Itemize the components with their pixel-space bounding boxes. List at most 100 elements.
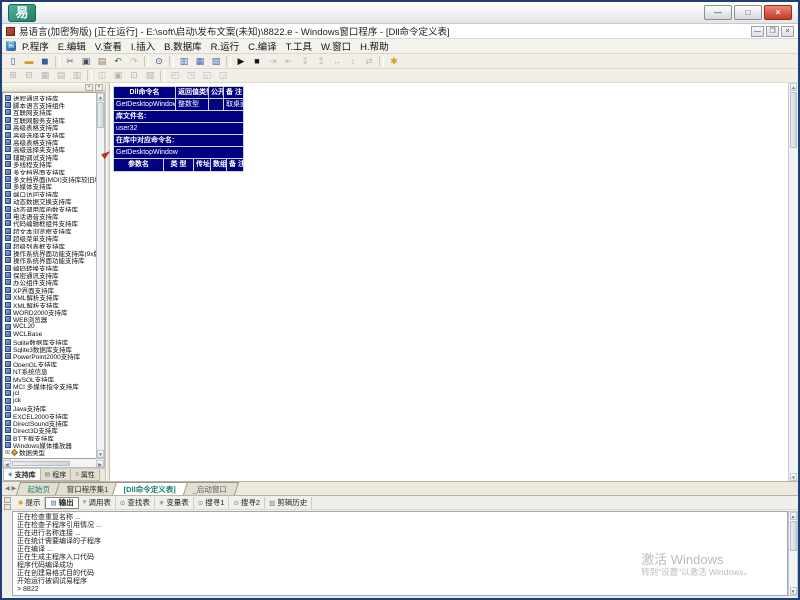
output-tab[interactable]: 查找表 <box>116 497 155 509</box>
undo-icon[interactable] <box>111 55 126 68</box>
scroll-down-icon[interactable]: ▼ <box>790 473 797 481</box>
header-cell[interactable]: 备 注 <box>224 87 243 98</box>
step-over-icon[interactable] <box>282 55 297 68</box>
library-list-scrollbar[interactable]: ▲ ▼ <box>96 92 105 459</box>
dock-button[interactable] <box>4 497 11 503</box>
alias-value[interactable]: GetDesktopWindow <box>114 147 243 158</box>
library-item[interactable]: 高级表格支持库 <box>3 124 96 131</box>
wizard-icon[interactable] <box>387 55 402 68</box>
table-shade-icon[interactable] <box>200 69 215 82</box>
library-item[interactable]: 超级列表框支持库 <box>3 242 96 249</box>
library-item[interactable]: jcl <box>3 390 96 397</box>
maximize-button[interactable]: □ <box>734 5 762 20</box>
library-item[interactable]: MCI 多媒体指令支持库 <box>3 382 96 389</box>
output-tab[interactable]: 搜寻2 <box>229 497 265 509</box>
table-merge-cells-icon[interactable] <box>70 69 85 82</box>
library-item[interactable]: OpenGL支持库 <box>3 360 96 367</box>
header-cell[interactable]: 类 型 <box>164 159 194 171</box>
library-item[interactable]: 脚本语言支持组件 <box>3 101 96 108</box>
save-icon[interactable] <box>38 55 53 68</box>
public-flag-cell[interactable] <box>209 99 224 110</box>
expand-icon[interactable]: ⊞ <box>5 449 10 456</box>
header-cell[interactable]: Dll命令名 <box>114 87 176 98</box>
table-row[interactable]: GetDesktopWindow <box>114 147 243 159</box>
scroll-up-icon[interactable]: ▲ <box>97 93 104 101</box>
library-item[interactable]: Direct3D支持库 <box>3 427 96 434</box>
scroll-right-icon[interactable]: ▶ <box>96 460 104 467</box>
menu-item[interactable]: B.数据库 <box>164 39 201 53</box>
return-type-cell[interactable]: 整数型 <box>176 99 209 110</box>
library-item[interactable]: 进程通讯支持库 <box>3 94 96 101</box>
library-item[interactable]: 高级选择夹支持库 <box>3 131 96 138</box>
tab-scroll-right-icon[interactable]: ▶ <box>12 485 17 492</box>
scroll-up-icon[interactable]: ▲ <box>790 83 797 91</box>
library-item[interactable]: WEB浏览器 <box>3 316 96 323</box>
separator[interactable] <box>144 56 149 67</box>
library-item[interactable]: NT系统信息 <box>3 367 96 374</box>
table-cell-down-icon[interactable] <box>143 69 158 82</box>
pause-icon[interactable] <box>330 55 345 68</box>
output-log[interactable]: 正在检查重复名称 ... 正在检查子程序引用情况 ... 正在进行名称连接 ..… <box>12 511 788 596</box>
left-panel-tab[interactable]: ▤ 程序 <box>40 469 72 481</box>
separator[interactable] <box>379 56 384 67</box>
library-item[interactable]: 超级菜单支持库 <box>3 234 96 241</box>
step-out-icon[interactable] <box>298 55 313 68</box>
step-into-icon[interactable] <box>266 55 281 68</box>
scroll-down-icon[interactable]: ▼ <box>97 450 104 458</box>
library-item[interactable]: WCL20 <box>3 323 96 330</box>
dll-command-table[interactable]: Dll命令名 返回值类型 公开 备 注 GetDesktopWindow 整数型… <box>113 86 244 172</box>
library-item[interactable]: 端口访问支持库 <box>3 190 96 197</box>
library-item[interactable]: 多线程支持库 <box>3 161 96 168</box>
output-scrollbar[interactable]: ▲ ▼ <box>788 511 798 596</box>
output-tab[interactable]: 搜寻1 <box>194 497 230 509</box>
header-cell[interactable]: 公开 <box>209 87 224 98</box>
separator[interactable] <box>226 56 231 67</box>
separator[interactable] <box>87 70 92 81</box>
library-item[interactable]: 互联网服务支持库 <box>3 116 96 123</box>
output-tab[interactable]: 输出 <box>45 497 78 509</box>
library-item[interactable]: XML解析支持库 <box>3 294 96 301</box>
document-tab[interactable]: _启动窗口 <box>180 482 238 495</box>
library-item[interactable]: 互联网支持库 <box>3 109 96 116</box>
app-close-button[interactable]: × <box>781 26 794 37</box>
new-file-icon[interactable] <box>6 55 21 68</box>
command-name-cell[interactable]: GetDesktopWindow <box>114 99 176 110</box>
library-item[interactable]: 多文档界面支持库 <box>3 168 96 175</box>
left-panel-tab[interactable]: ≡ 属性 <box>70 469 100 481</box>
scroll-thumb[interactable] <box>790 92 797 148</box>
header-cell[interactable]: 备 注 <box>227 159 243 171</box>
scroll-thumb[interactable] <box>97 102 104 128</box>
code-window-icon[interactable] <box>209 55 224 68</box>
library-item[interactable]: 电话语音支持库 <box>3 212 96 219</box>
scroll-up-icon[interactable]: ▲ <box>790 512 797 520</box>
table-row[interactable]: GetDesktopWindow 整数型 取桌面句柄 <box>114 99 243 111</box>
library-item[interactable]: 高级表格支持库 <box>3 138 96 145</box>
editor-scrollbar[interactable]: ▲ ▼ <box>788 83 798 481</box>
library-item[interactable]: 多文档界面(MDI)支持库较旧版 <box>3 175 96 182</box>
library-item[interactable]: 超文本浏览框支持库 <box>3 227 96 234</box>
dll-definition-editor[interactable]: Dll命令名 返回值类型 公开 备 注 GetDesktopWindow 整数型… <box>110 83 788 481</box>
separator[interactable] <box>55 56 60 67</box>
library-item[interactable]: BT下载支持库 <box>3 434 96 441</box>
library-item[interactable]: DirectSound支持库 <box>3 419 96 426</box>
app-minimize-button[interactable]: — <box>751 26 764 37</box>
library-item[interactable]: 动态调用库函数支持库 <box>3 205 96 212</box>
menu-item[interactable]: E.编辑 <box>58 39 86 53</box>
table-split-cells-icon[interactable] <box>95 69 110 82</box>
library-item[interactable]: Java支持库 <box>3 404 96 411</box>
copy-icon[interactable] <box>79 55 94 68</box>
menu-item[interactable]: P.程序 <box>22 39 49 53</box>
output-tab[interactable]: 提示 <box>14 497 45 509</box>
library-item[interactable]: 高级选择夹支持库 <box>3 146 96 153</box>
table-delete-row-icon[interactable] <box>22 69 37 82</box>
breakpoint-icon[interactable] <box>346 55 361 68</box>
open-folder-icon[interactable] <box>22 55 37 68</box>
minimize-button[interactable]: — <box>704 5 732 20</box>
redo-icon[interactable] <box>127 55 142 68</box>
header-cell[interactable]: 传址 <box>194 159 211 171</box>
header-cell[interactable]: 参数名 <box>114 159 164 171</box>
separator[interactable] <box>169 56 174 67</box>
library-item[interactable]: WCLBase <box>3 331 96 338</box>
close-button[interactable]: × <box>764 5 792 20</box>
table-delete-col-icon[interactable] <box>54 69 69 82</box>
